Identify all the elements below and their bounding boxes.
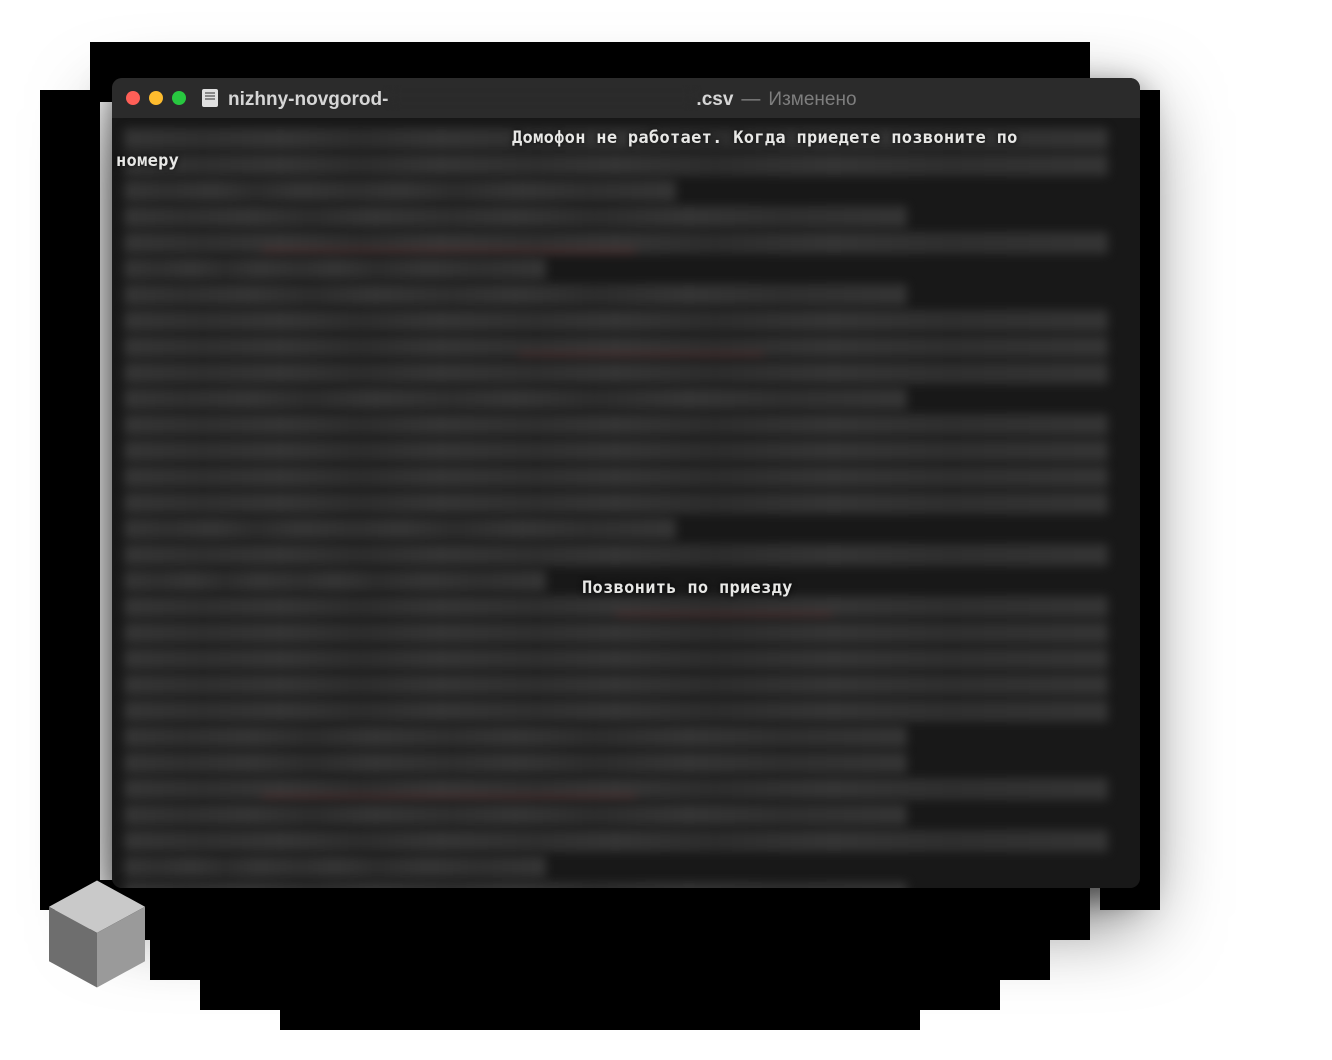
redacted-row xyxy=(124,466,1108,488)
title-status: Изменено xyxy=(768,89,856,111)
redacted-row xyxy=(124,674,1108,696)
zoom-icon[interactable] xyxy=(172,91,186,105)
redacted-row xyxy=(124,362,1108,384)
backdrop xyxy=(280,1000,920,1030)
cube-logo-icon xyxy=(42,874,152,994)
window-title: nizhny-novgorod- .csv — Изменено xyxy=(228,85,857,111)
close-icon[interactable] xyxy=(126,91,140,105)
editor-content[interactable]: Домофон не работает. Когда приедете позв… xyxy=(112,118,1140,888)
redacted-row xyxy=(124,154,1108,176)
redacted-row xyxy=(124,492,1108,514)
editor-window: nizhny-novgorod- .csv — Изменено Домофон… xyxy=(112,78,1140,888)
redacted-row xyxy=(124,882,907,888)
backdrop xyxy=(40,90,100,910)
title-filename-ext: .csv xyxy=(696,89,733,111)
redacted-row xyxy=(124,804,907,826)
redacted-row xyxy=(124,518,676,540)
title-filename-prefix: nizhny-novgorod- xyxy=(228,89,388,111)
title-redacted xyxy=(392,85,692,105)
redacted-row xyxy=(124,180,676,202)
redacted-row xyxy=(124,440,1108,462)
redacted-row xyxy=(124,544,1108,566)
minimize-icon[interactable] xyxy=(149,91,163,105)
redacted-row xyxy=(124,726,907,748)
titlebar: nizhny-novgorod- .csv — Изменено xyxy=(112,78,1140,118)
visible-note-1a: Домофон не работает. Когда приедете позв… xyxy=(512,128,1018,148)
redacted-row xyxy=(124,700,1108,722)
redacted-row xyxy=(124,856,546,878)
redacted-row xyxy=(124,414,1108,436)
redacted-row xyxy=(124,830,1108,852)
redacted-row xyxy=(124,206,907,228)
redacted-row xyxy=(124,232,1108,254)
visible-note-2: Позвонить по приезду xyxy=(582,578,793,598)
redacted-row xyxy=(124,752,907,774)
redacted-row xyxy=(124,388,907,410)
redacted-row xyxy=(124,596,1108,618)
redacted-row xyxy=(124,778,1108,800)
redacted-row xyxy=(124,284,907,306)
redacted-row xyxy=(124,648,1108,670)
title-separator: — xyxy=(741,89,760,111)
redacted-row xyxy=(124,310,1108,332)
redacted-row xyxy=(124,258,546,280)
traffic-lights xyxy=(126,91,186,105)
visible-note-1b: номеру xyxy=(116,151,179,171)
redacted-row xyxy=(124,570,546,592)
file-icon xyxy=(202,89,218,107)
redacted-row xyxy=(124,622,1108,644)
redacted-row xyxy=(124,336,1108,358)
